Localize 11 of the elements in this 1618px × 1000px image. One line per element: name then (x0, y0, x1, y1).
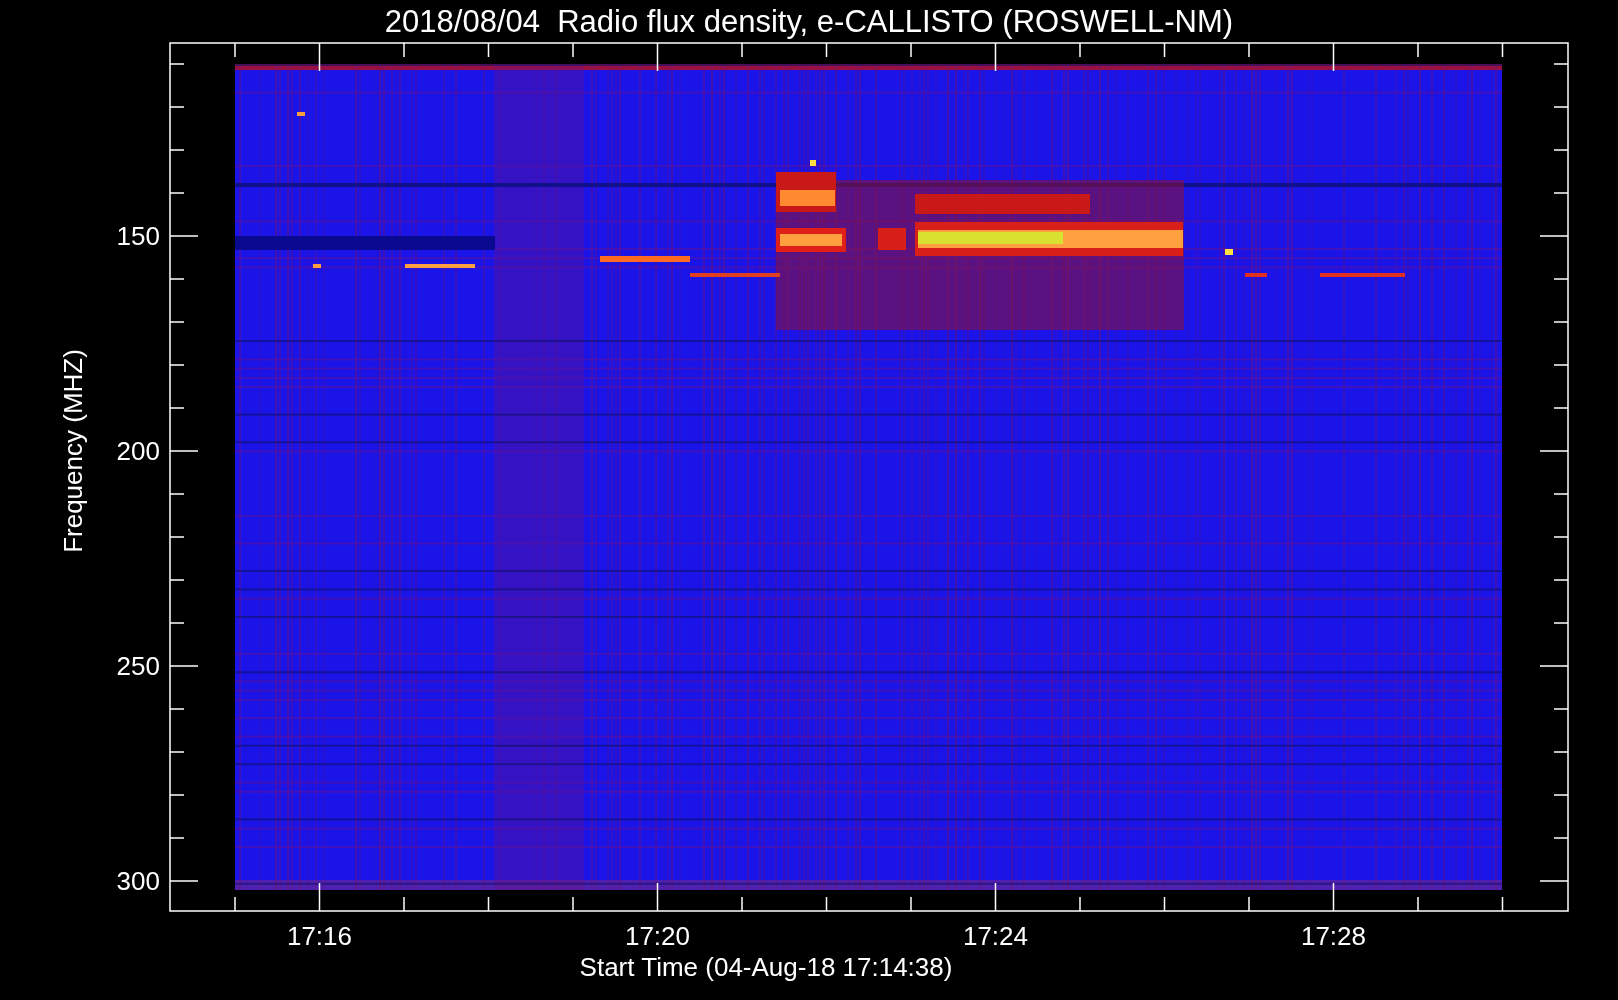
x-tick-label: 17:16 (286, 921, 353, 951)
x-tick-label: 17:20 (624, 921, 691, 951)
y-tick-label: 250 (116, 651, 160, 681)
y-tick-label: 200 (116, 436, 160, 466)
y-tick-label: 300 (116, 866, 160, 896)
x-tick-label: 17:28 (1300, 921, 1367, 951)
x-axis-label: Start Time (04-Aug-18 17:14:38) (579, 952, 953, 982)
y-axis-label: Frequency (MHZ) (58, 349, 88, 553)
y-tick-label: 150 (116, 221, 160, 251)
x-tick-label: 17:24 (962, 921, 1029, 951)
chart-title: 2018/08/04 Radio flux density, e-CALLISTO (ROSWELL-NM) (384, 4, 1234, 39)
